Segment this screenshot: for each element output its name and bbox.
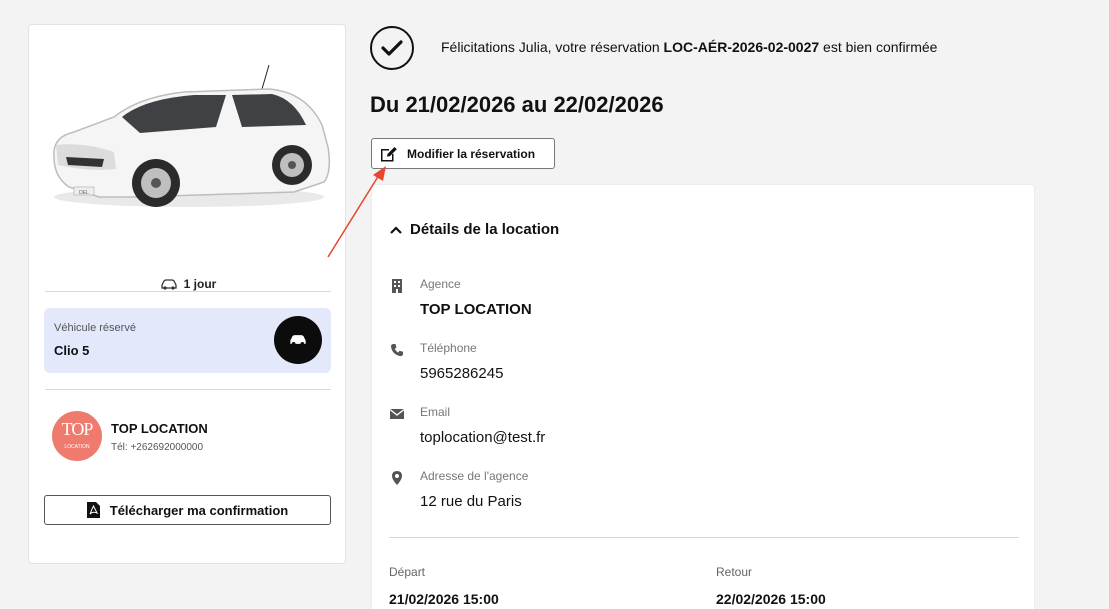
rental-duration: 1 jour: [29, 277, 347, 291]
vehicle-name: Clio 5: [54, 343, 90, 358]
detail-label: Téléphone: [420, 341, 477, 355]
detail-label: Email: [420, 405, 451, 419]
reserved-vehicle-box: Véhicule réservé Clio 5: [44, 308, 331, 373]
departure-label: Départ: [389, 565, 426, 579]
download-confirmation-button[interactable]: Télécharger ma confirmation: [44, 495, 331, 525]
details-title: Détails de la location: [410, 221, 560, 238]
vehicle-caption: Véhicule réservé: [54, 322, 136, 334]
reservation-code: LOC-AÉR-2026-02-0027: [663, 39, 820, 55]
detail-label: Adresse de l'agence: [420, 469, 529, 483]
modify-label: Modifier la réservation: [407, 146, 536, 161]
car-icon: [161, 278, 177, 290]
rental-details-card: Détails de la location Agence TOP LOCATI…: [371, 184, 1035, 609]
download-label: Télécharger ma confirmation: [109, 502, 289, 518]
divider: [45, 389, 331, 390]
check-circle-icon: [370, 26, 414, 70]
detail-label: Agence: [420, 277, 461, 291]
car-icon: [274, 316, 322, 364]
divider: [45, 291, 331, 292]
modify-reservation-button[interactable]: Modifier la réservation: [371, 138, 555, 169]
license-plate-text: DEL: [79, 190, 89, 196]
agency-phone: Tél: +262692000000: [111, 442, 204, 453]
agency-name: TOP LOCATION: [111, 421, 208, 436]
map-marker-icon: [392, 471, 402, 485]
details-toggle[interactable]: Détails de la location: [390, 221, 559, 238]
detail-value: TOP LOCATION: [420, 301, 532, 318]
detail-value: 5965286245: [420, 365, 504, 382]
detail-value: 12 rue du Paris: [420, 493, 522, 510]
duration-label: 1 jour: [183, 277, 217, 291]
edit-icon: [381, 146, 397, 161]
car-image: DEL: [53, 64, 331, 207]
agency-logo: TOP LOCATION: [52, 411, 102, 461]
return-value: 22/02/2026 15:00: [716, 591, 826, 607]
detail-value: toplocation@test.fr: [420, 429, 546, 446]
departure-value: 21/02/2026 15:00: [389, 591, 499, 607]
envelope-icon: [390, 408, 404, 419]
return-label: Retour: [716, 565, 753, 579]
chevron-up-icon: [390, 225, 402, 234]
vehicle-summary-card: DEL 1 jour Véhicule réservé Clio 5 TOP L…: [28, 24, 346, 564]
phone-icon: [391, 344, 403, 357]
reservation-dates: Du 21/02/2026 au 22/02/2026: [370, 92, 664, 117]
divider: [389, 537, 1019, 538]
building-icon: [392, 279, 402, 293]
pdf-file-icon: [86, 502, 100, 518]
confirmation-message: Félicitations Julia, votre réservation L…: [441, 39, 938, 55]
